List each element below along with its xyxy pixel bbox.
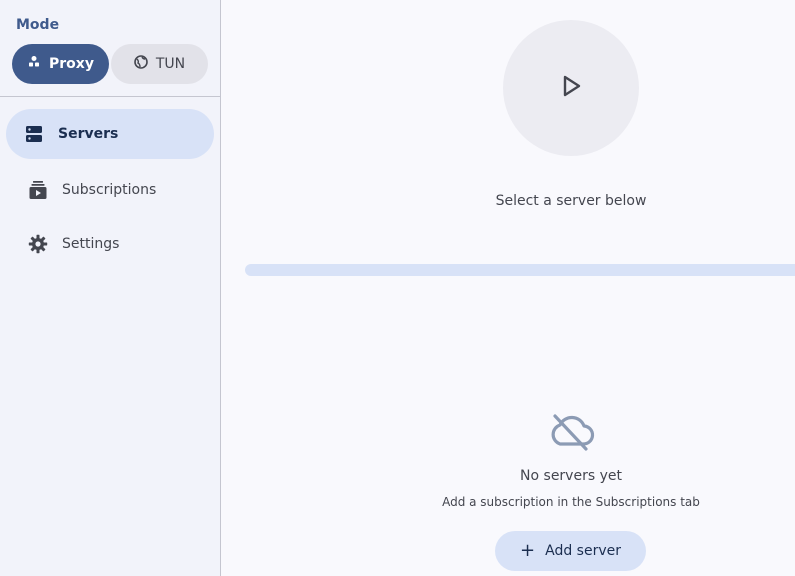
app-window: Mode Proxy TUN Servers Subscriptions Set… xyxy=(0,0,795,576)
mode-label: Mode xyxy=(16,17,60,33)
connect-button[interactable] xyxy=(503,20,639,156)
mode-tun-button[interactable]: TUN xyxy=(111,44,208,84)
main-panel: Select a server below No servers yet Add… xyxy=(221,0,795,576)
connection-status-text: Select a server below xyxy=(495,193,647,209)
mode-toggle: Proxy TUN xyxy=(12,44,208,84)
globe-icon xyxy=(134,55,148,73)
mode-tun-label: TUN xyxy=(155,56,186,72)
mode-proxy-button[interactable]: Proxy xyxy=(12,44,109,84)
sidebar-item-label: Servers xyxy=(58,126,119,142)
empty-state-subtitle: Add a subscription in the Subscriptions … xyxy=(442,495,700,509)
sidebar: Mode Proxy TUN Servers Subscriptions Set… xyxy=(0,0,221,576)
empty-state-title: No servers yet xyxy=(520,468,622,484)
sidebar-item-label: Subscriptions xyxy=(62,182,157,198)
add-server-label: Add server xyxy=(545,543,621,559)
servers-icon xyxy=(24,124,44,144)
connection-progress-track xyxy=(245,264,795,276)
subscriptions-icon xyxy=(28,180,48,200)
cloud-off-icon xyxy=(546,410,596,452)
sidebar-item-label: Settings xyxy=(62,236,120,252)
plus-icon: + xyxy=(520,540,536,561)
mode-proxy-label: Proxy xyxy=(49,56,94,72)
sidebar-item-servers[interactable]: Servers xyxy=(6,109,214,159)
sidebar-item-subscriptions[interactable]: Subscriptions xyxy=(6,165,214,215)
gear-icon xyxy=(28,234,48,254)
add-server-button[interactable]: + Add server xyxy=(495,531,646,571)
proxy-icon xyxy=(27,55,41,73)
sidebar-divider xyxy=(0,96,220,97)
sidebar-item-settings[interactable]: Settings xyxy=(6,219,214,269)
play-icon xyxy=(559,74,583,102)
